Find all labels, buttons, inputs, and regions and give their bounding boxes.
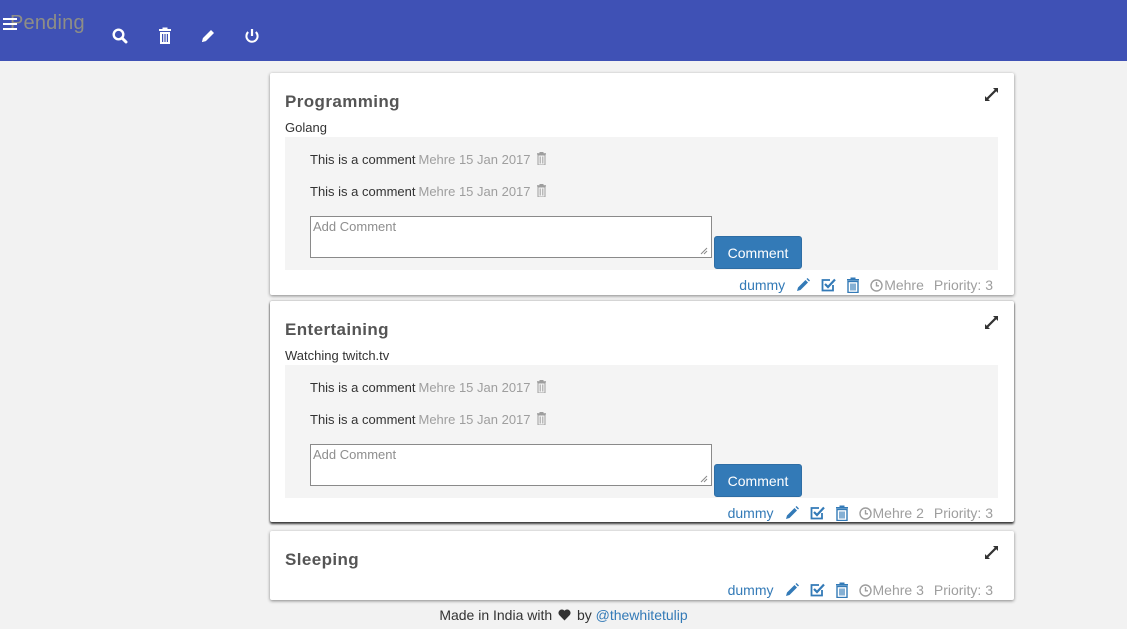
task-footer: dummy Mehre 3 Priority: 3 — [728, 581, 993, 599]
clock-icon — [858, 506, 872, 520]
power-icon[interactable] — [243, 27, 261, 45]
add-comment-input[interactable] — [310, 216, 712, 258]
edit-task-icon[interactable] — [784, 505, 800, 521]
comment-text: This is a comment — [310, 412, 416, 427]
author-link[interactable]: @thewhitetulip — [596, 607, 688, 623]
comments-section: This is a comment Mehre 15 Jan 2017 This … — [285, 137, 998, 270]
delete-task-icon[interactable] — [834, 582, 850, 598]
complete-task-icon[interactable] — [809, 505, 825, 521]
search-icon[interactable] — [111, 27, 129, 45]
task-card: Entertaining Watching twitch.tv This is … — [270, 301, 1014, 522]
complete-task-icon[interactable] — [809, 582, 825, 598]
delete-comment-icon[interactable] — [536, 380, 547, 393]
trash-icon[interactable] — [156, 27, 174, 45]
task-tag[interactable]: dummy — [728, 582, 774, 598]
footer-text: Made in India with — [439, 607, 553, 623]
task-description: Golang — [285, 120, 327, 135]
footer-by: by — [576, 607, 592, 623]
complete-task-icon[interactable] — [820, 277, 836, 293]
expand-icon[interactable] — [984, 545, 999, 560]
expand-icon[interactable] — [984, 87, 999, 102]
task-priority: Priority: 3 — [933, 277, 993, 293]
task-footer: dummy Mehre Priority: 3 — [739, 276, 993, 294]
delete-comment-icon[interactable] — [536, 412, 547, 425]
comment-text: This is a comment — [310, 380, 416, 395]
task-title: Programming — [285, 92, 400, 111]
page-title: Pending — [10, 12, 85, 34]
delete-comment-icon[interactable] — [536, 184, 547, 197]
task-tag[interactable]: dummy — [739, 277, 785, 293]
comment-button[interactable]: Comment — [714, 236, 802, 269]
add-comment-input[interactable] — [310, 444, 712, 486]
menu-icon[interactable] — [3, 18, 17, 32]
comment-meta: Mehre 15 Jan 2017 — [418, 184, 531, 199]
comment-text: This is a comment — [310, 152, 416, 167]
comment-item: This is a comment Mehre 15 Jan 2017 — [310, 184, 547, 199]
delete-task-icon[interactable] — [845, 277, 861, 293]
task-title: Entertaining — [285, 320, 389, 339]
comment-meta: Mehre 15 Jan 2017 — [418, 152, 531, 167]
heart-icon — [558, 609, 571, 621]
task-card: Sleeping dummy Mehre 3 Priority: 3 — [270, 531, 1014, 600]
comment-meta: Mehre 15 Jan 2017 — [418, 380, 531, 395]
edit-task-icon[interactable] — [795, 277, 811, 293]
top-navbar: Pending — [0, 0, 1127, 61]
expand-icon[interactable] — [984, 315, 999, 330]
task-priority: Priority: 3 — [933, 582, 993, 598]
task-title: Sleeping — [285, 550, 360, 569]
task-card: Programming Golang This is a comment Mehr… — [270, 73, 1014, 295]
comment-meta: Mehre 15 Jan 2017 — [418, 412, 531, 427]
clock-icon — [870, 278, 883, 292]
task-owner: Mehre 3 — [872, 582, 924, 598]
task-tag[interactable]: dummy — [728, 505, 774, 521]
comment-item: This is a comment Mehre 15 Jan 2017 — [310, 380, 547, 395]
task-owner: Mehre — [884, 277, 924, 293]
comment-text: This is a comment — [310, 184, 416, 199]
task-owner: Mehre 2 — [872, 505, 924, 521]
task-priority: Priority: 3 — [933, 505, 993, 521]
task-description: Watching twitch.tv — [285, 348, 390, 363]
pencil-icon[interactable] — [199, 27, 217, 45]
clock-icon — [858, 583, 872, 597]
comment-item: This is a comment Mehre 15 Jan 2017 — [310, 152, 547, 167]
page-footer: Made in India with by @thewhitetulip — [0, 607, 1127, 623]
delete-comment-icon[interactable] — [536, 152, 547, 165]
delete-task-icon[interactable] — [834, 505, 850, 521]
task-footer: dummy Mehre 2 Priority: 3 — [728, 504, 993, 522]
comment-item: This is a comment Mehre 15 Jan 2017 — [310, 412, 547, 427]
comment-button[interactable]: Comment — [714, 464, 802, 497]
comments-section: This is a comment Mehre 15 Jan 2017 This … — [285, 365, 998, 498]
edit-task-icon[interactable] — [784, 582, 800, 598]
